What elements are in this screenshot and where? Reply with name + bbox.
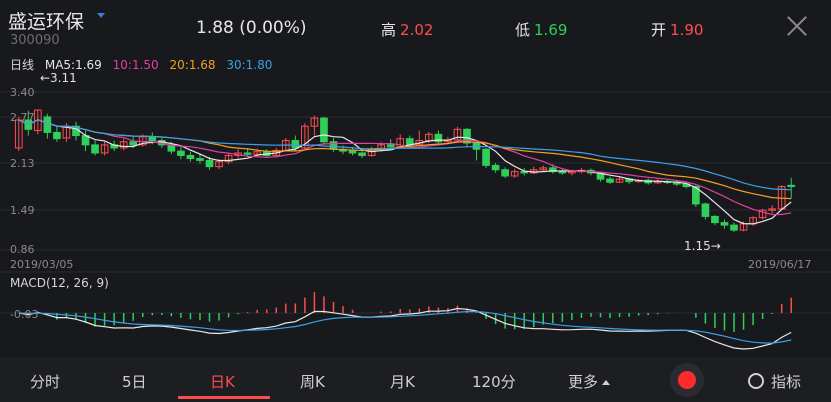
- gear-icon: [748, 373, 764, 389]
- tab-more-label: 更多: [568, 373, 599, 391]
- ma30-line: [18, 119, 792, 191]
- caret-up-icon: [602, 380, 611, 385]
- tab-indicators[interactable]: 指标: [748, 371, 801, 392]
- macd-label: MACD(12, 26, 9): [10, 276, 109, 290]
- y-tick: 1.49: [10, 204, 35, 217]
- tab-daily-k[interactable]: 日K: [210, 371, 235, 392]
- y-tick: 0.86: [10, 243, 35, 256]
- candle-body: [711, 215, 719, 224]
- candle-body: [720, 222, 729, 226]
- y-tick: 2.77: [10, 111, 35, 124]
- candle-body: [348, 150, 357, 154]
- tab-intraday[interactable]: 分时: [30, 371, 60, 392]
- candle-body: [358, 152, 366, 156]
- candle-body: [386, 144, 395, 148]
- candle-body: [43, 116, 52, 133]
- candle-body: [291, 140, 300, 149]
- candle-body: [730, 224, 738, 231]
- ma20-line: [18, 119, 792, 200]
- candle-body: [91, 144, 99, 154]
- dif-line: [18, 307, 792, 350]
- max-annotation: ←3.11: [40, 71, 77, 85]
- ma10-line: [18, 119, 792, 216]
- candle-body: [53, 131, 61, 140]
- candle-body: [701, 203, 710, 217]
- candle-body: [606, 178, 614, 183]
- candle-body: [177, 150, 185, 156]
- candle-body: [196, 158, 204, 161]
- candle-body: [205, 159, 214, 168]
- candle-body: [320, 117, 328, 143]
- candle-body: [558, 171, 567, 174]
- tab-monthly-k[interactable]: 月K: [390, 371, 415, 392]
- tab-indicators-label: 指标: [771, 373, 802, 391]
- y-tick: 2.13: [10, 157, 35, 170]
- tab-more[interactable]: 更多: [568, 371, 611, 392]
- macd-tick: -0.03: [10, 308, 38, 321]
- tab-120min[interactable]: 120分: [472, 371, 516, 392]
- candle-body: [787, 184, 796, 188]
- record-icon: [678, 371, 696, 389]
- kline-chart[interactable]: 3.40 2.77 2.13 1.49 0.86 ←3.11 1.15→ 201…: [0, 0, 831, 357]
- y-tick: 3.40: [10, 86, 35, 99]
- candle-body: [243, 152, 252, 155]
- candle-body: [186, 154, 195, 160]
- tab-weekly-k[interactable]: 周K: [300, 371, 325, 392]
- candle-body: [501, 169, 509, 177]
- candle-body: [491, 164, 500, 171]
- active-tab-indicator: [178, 396, 270, 399]
- candle-body: [329, 141, 338, 150]
- tab-5day[interactable]: 5日: [122, 371, 147, 392]
- candle-body: [148, 136, 157, 142]
- min-annotation: 1.15→: [684, 239, 721, 253]
- start-date: 2019/03/05: [10, 258, 73, 271]
- record-button[interactable]: [670, 363, 704, 397]
- ma5-line: [18, 119, 792, 225]
- candle-body: [129, 141, 138, 146]
- end-date: 2019/06/17: [748, 258, 811, 271]
- candle-body: [482, 148, 490, 166]
- period-tabbar: 分时 5日 日K 周K 月K 120分 更多 指标: [0, 357, 831, 402]
